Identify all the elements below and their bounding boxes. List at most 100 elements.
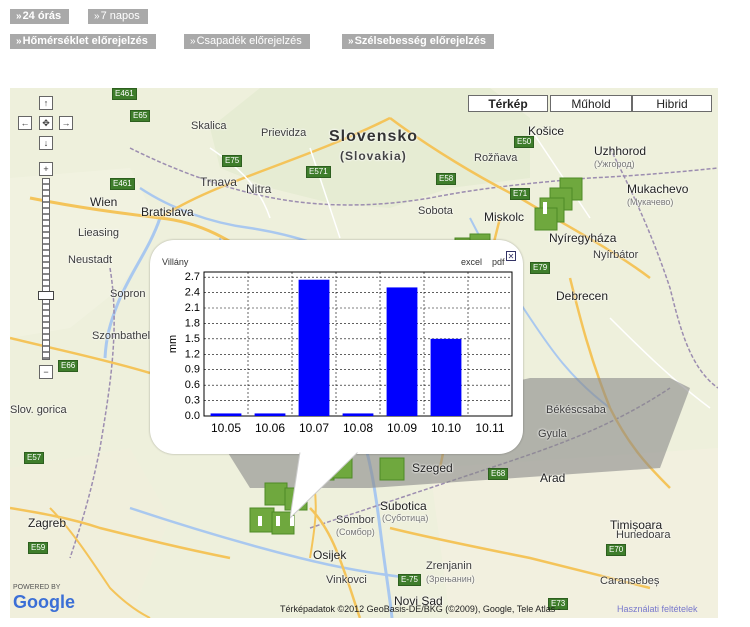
map-city-label: Trnava xyxy=(200,175,237,189)
info-window: Villány excel pdf ✕ 0.0 0.3 0.6 0.9 1.2 1.5 1.… xyxy=(150,240,523,454)
bar xyxy=(386,287,418,416)
map-city-label: Subotica xyxy=(380,499,427,513)
chevron-icon: » xyxy=(16,11,22,22)
map-city-label: Gyula xyxy=(538,428,567,440)
zoom-slider-handle[interactable] xyxy=(38,291,54,300)
map-city-label: (Зрењанин) xyxy=(426,574,475,584)
map-city-label: Bratislava xyxy=(141,205,194,219)
google-logo: Google xyxy=(13,592,75,612)
tab-7-day[interactable]: »7 napos xyxy=(88,9,148,24)
road-shield: E-75 xyxy=(398,574,421,586)
y-tick-label: 2.1 xyxy=(185,302,200,314)
map-city-label: Lieasing xyxy=(78,227,119,239)
map-city-label: Debrecen xyxy=(556,289,609,303)
tab-label: Szélsebesség előrejelzés xyxy=(354,35,487,47)
y-tick-label: 0.0 xyxy=(185,410,200,422)
map-city-label: (Ужгород) xyxy=(594,159,635,169)
map-city-label: (Сомбор) xyxy=(336,527,375,537)
map-city-label: Uzhhorod xyxy=(594,144,647,158)
map-city-label: Vinkovci xyxy=(326,574,367,586)
tab-wind-forecast[interactable]: »Szélsebesség előrejelzés xyxy=(342,34,495,49)
map-city-label: Miskolc xyxy=(484,210,525,224)
pan-right-icon[interactable]: → xyxy=(59,116,73,130)
map-city-label: Nitra xyxy=(246,182,272,196)
precipitation-chart: 0.0 0.3 0.6 0.9 1.2 1.5 1.8 2.1 2.4 2.7 10.05 10.06… xyxy=(167,271,513,435)
map-city-label: Prievidza xyxy=(261,127,307,139)
pan-down-icon[interactable]: ↓ xyxy=(39,136,53,150)
road-shield: E58 xyxy=(436,173,457,185)
road-shield: E79 xyxy=(530,262,551,274)
road-shield: E59 xyxy=(28,542,49,554)
bar xyxy=(298,279,330,416)
tab-label: Csapadék előrejelzés xyxy=(196,35,302,47)
map-city-label: Arad xyxy=(540,471,566,485)
map-city-label: Sopron xyxy=(110,288,146,300)
bar xyxy=(430,338,462,416)
map-city-label: (Суботица) xyxy=(382,513,429,523)
map-city-label: Nyíregyháza xyxy=(549,231,617,245)
y-tick-label: 0.3 xyxy=(185,395,200,407)
road-shield: E68 xyxy=(488,468,509,480)
bar xyxy=(342,413,374,416)
map-city-label: Zagreb xyxy=(28,516,67,530)
y-axis-label: mm xyxy=(167,335,179,353)
info-window-tail xyxy=(290,452,359,519)
map-type-satellite-button[interactable]: Műhold xyxy=(550,95,632,112)
pan-left-icon[interactable]: ← xyxy=(18,116,32,130)
map-city-label: Szeged xyxy=(412,461,453,475)
map-type-map-button[interactable]: Térkép xyxy=(468,95,548,112)
zoom-slider-track[interactable] xyxy=(42,178,50,360)
map-city-label: Neustadt xyxy=(68,254,113,266)
y-tick-label: 1.8 xyxy=(185,317,200,329)
y-tick-label: 1.5 xyxy=(185,333,200,345)
road-shield: E70 xyxy=(606,544,627,556)
chevron-icon: » xyxy=(16,36,22,47)
road-shield: E65 xyxy=(130,110,151,122)
map-country-label: Slovensko xyxy=(329,128,419,145)
tab-label: 7 napos xyxy=(100,10,140,22)
tab-label: Hőmérséklet előrejelzés xyxy=(22,35,148,47)
map-city-label: Skalica xyxy=(191,120,227,132)
x-tick-label: 10.11 xyxy=(475,421,504,435)
x-tick-label: 10.07 xyxy=(299,421,329,435)
zoom-in-icon[interactable]: + xyxy=(39,162,53,176)
road-shield: E66 xyxy=(58,360,79,372)
bar xyxy=(210,413,242,416)
tab-temperature-forecast[interactable]: »Hőmérséklet előrejelzés xyxy=(10,34,156,49)
road-shield: E571 xyxy=(306,166,331,178)
terms-link[interactable]: Használati feltételek xyxy=(617,604,698,614)
copyright-text: Térképadatok ©2012 GeoBasis-DE/BKG (©200… xyxy=(280,604,561,614)
bar xyxy=(254,413,286,416)
map-city-label: Békéscsaba xyxy=(546,404,606,416)
x-tick-label: 10.10 xyxy=(431,421,461,435)
y-tick-label: 1.2 xyxy=(185,348,200,360)
map-city-label: Hunedoara xyxy=(616,529,671,541)
map-country-sub-label: (Slovakia) xyxy=(340,149,407,163)
map-type-hybrid-button[interactable]: Hibrid xyxy=(632,95,712,112)
map-city-label: Slov. gorica xyxy=(10,404,67,416)
zoom-out-icon[interactable]: − xyxy=(39,365,53,379)
map-city-label: Osijek xyxy=(313,548,347,562)
road-shield: E461 xyxy=(112,88,137,100)
map-city-label: Rožňava xyxy=(474,152,518,164)
y-tick-label: 2.7 xyxy=(185,271,200,283)
chevron-icon: » xyxy=(190,36,196,47)
map-city-label: Wien xyxy=(90,195,118,209)
x-tick-label: 10.05 xyxy=(211,421,241,435)
x-tick-label: 10.08 xyxy=(343,421,373,435)
pan-center-icon[interactable]: ✥ xyxy=(39,116,53,130)
chevron-icon: » xyxy=(348,36,354,47)
y-tick-label: 0.9 xyxy=(185,364,200,376)
tab-precipitation-forecast[interactable]: »Csapadék előrejelzés xyxy=(184,34,310,49)
y-tick-label: 0.6 xyxy=(185,379,200,391)
y-tick-label: 2.4 xyxy=(185,287,200,299)
map-city-label: Szombathely xyxy=(92,330,156,342)
road-shield: E461 xyxy=(110,178,135,190)
tab-label: 24 órás xyxy=(22,10,62,22)
map-city-label: Nyírbátor xyxy=(593,249,639,261)
pan-up-icon[interactable]: ↑ xyxy=(39,96,53,110)
plot-area xyxy=(203,271,513,417)
x-tick-label: 10.06 xyxy=(255,421,285,435)
map-city-label: Mukachevo xyxy=(627,182,689,196)
tab-24-hour[interactable]: »24 órás xyxy=(10,9,70,24)
